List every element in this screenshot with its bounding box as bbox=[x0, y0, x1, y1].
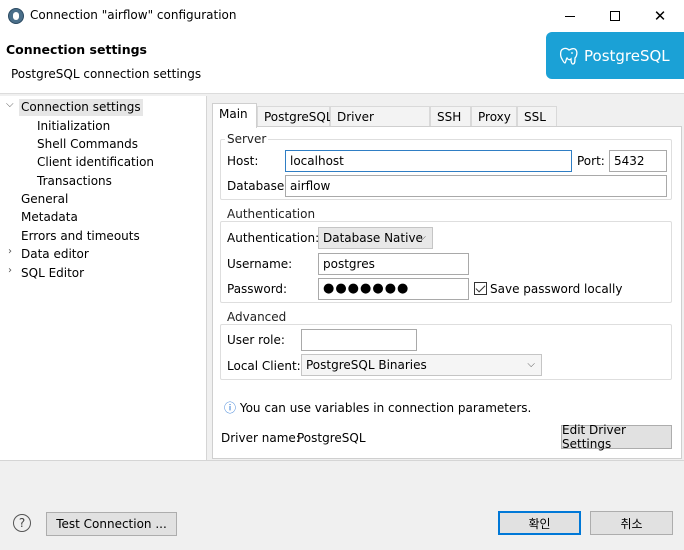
host-input[interactable]: localhost bbox=[285, 150, 572, 172]
postgresql-logo: PostgreSQL bbox=[546, 32, 684, 79]
elephant-icon bbox=[559, 47, 578, 65]
logo-text: PostgreSQL bbox=[584, 46, 670, 65]
user-role-label: User role: bbox=[227, 333, 285, 347]
title-bar: Connection "airflow" configuration ✕ bbox=[0, 0, 684, 32]
app-icon bbox=[8, 8, 24, 24]
tree-item-client-identification[interactable]: Client identification bbox=[37, 154, 154, 171]
user-role-input[interactable] bbox=[301, 329, 417, 351]
server-group-label: Server bbox=[225, 132, 269, 146]
save-password-checkbox[interactable] bbox=[474, 282, 487, 295]
test-connection-label: Test Connection ... bbox=[56, 517, 167, 531]
chevron-down-icon[interactable]: ⌵ bbox=[6, 99, 14, 110]
authentication-select-value: Database Native bbox=[323, 231, 423, 245]
tab-ssl[interactable]: SSL bbox=[517, 106, 557, 127]
chevron-down-icon: ⌵ bbox=[527, 359, 535, 370]
tab-driver-properties[interactable]: Driver properties bbox=[330, 106, 430, 144]
tree-item-metadata[interactable]: Metadata bbox=[21, 209, 78, 226]
port-input[interactable]: 5432 bbox=[609, 150, 667, 172]
info-icon: ⓘ bbox=[224, 401, 237, 415]
maximize-button[interactable] bbox=[592, 0, 638, 32]
close-button[interactable]: ✕ bbox=[637, 0, 683, 32]
minimize-icon bbox=[565, 15, 575, 17]
password-input[interactable]: ●●●●●●● bbox=[318, 278, 469, 300]
info-line: ⓘ You can use variables in connection pa… bbox=[224, 399, 531, 416]
driver-name-value: PostgreSQL bbox=[297, 431, 366, 445]
tree-item-sql-editor[interactable]: SQL Editor bbox=[21, 265, 84, 282]
header-title: Connection settings bbox=[6, 42, 147, 57]
test-connection-button[interactable]: Test Connection ... bbox=[46, 512, 177, 536]
cancel-button[interactable]: 취소 bbox=[590, 511, 673, 535]
tree-item-connection-settings[interactable]: Connection settings bbox=[19, 99, 143, 116]
database-input[interactable]: airflow bbox=[285, 175, 667, 197]
local-client-select-value: PostgreSQL Binaries bbox=[306, 358, 427, 372]
settings-tree: ⌵ Connection settings Initialization She… bbox=[0, 96, 207, 460]
chevron-right-icon[interactable]: › bbox=[8, 265, 12, 276]
footer-separator bbox=[0, 460, 684, 461]
tab-proxy[interactable]: Proxy bbox=[471, 106, 517, 127]
maximize-icon bbox=[610, 11, 620, 21]
tab-main[interactable]: Main bbox=[212, 103, 257, 128]
window-title: Connection "airflow" configuration bbox=[30, 8, 237, 22]
save-password-label: Save password locally bbox=[490, 282, 623, 296]
authentication-select[interactable]: Database Native ⌵ bbox=[318, 227, 433, 249]
dialog-header: Connection settings PostgreSQL connectio… bbox=[0, 32, 684, 94]
chevron-down-icon: ⌵ bbox=[418, 232, 426, 243]
tab-postgresql[interactable]: PostgreSQL bbox=[257, 106, 333, 127]
port-label: Port: bbox=[577, 154, 605, 168]
chevron-right-icon[interactable]: › bbox=[8, 246, 12, 257]
tree-item-errors-timeouts[interactable]: Errors and timeouts bbox=[21, 228, 140, 245]
minimize-button[interactable] bbox=[547, 0, 593, 32]
password-label: Password: bbox=[227, 282, 288, 296]
tab-ssh[interactable]: SSH bbox=[430, 106, 471, 127]
header-subtitle: PostgreSQL connection settings bbox=[11, 67, 202, 81]
local-client-label: Local Client: bbox=[227, 359, 301, 373]
tree-item-general[interactable]: General bbox=[21, 191, 68, 208]
edit-driver-settings-button[interactable]: Edit Driver Settings bbox=[561, 423, 672, 451]
username-input[interactable]: postgres bbox=[318, 253, 469, 275]
local-client-select[interactable]: PostgreSQL Binaries ⌵ bbox=[301, 354, 542, 376]
host-label: Host: bbox=[227, 154, 259, 168]
authentication-group-label: Authentication bbox=[225, 207, 318, 221]
tree-item-initialization[interactable]: Initialization bbox=[37, 118, 110, 135]
help-icon[interactable]: ? bbox=[13, 514, 31, 532]
username-label: Username: bbox=[227, 257, 293, 271]
info-text: You can use variables in connection para… bbox=[239, 401, 532, 415]
main-tab-panel: Server Host: localhost Port: 5432 Databa… bbox=[212, 126, 682, 459]
tree-item-data-editor[interactable]: Data editor bbox=[21, 246, 89, 263]
tree-item-transactions[interactable]: Transactions bbox=[37, 173, 112, 190]
close-icon: ✕ bbox=[653, 6, 667, 25]
authentication-label: Authentication: bbox=[227, 231, 320, 245]
ok-button[interactable]: 확인 bbox=[498, 511, 581, 535]
driver-name-label: Driver name: bbox=[221, 431, 300, 445]
advanced-group-label: Advanced bbox=[225, 310, 289, 324]
database-label: Database: bbox=[227, 179, 289, 193]
tree-item-shell-commands[interactable]: Shell Commands bbox=[37, 136, 138, 153]
